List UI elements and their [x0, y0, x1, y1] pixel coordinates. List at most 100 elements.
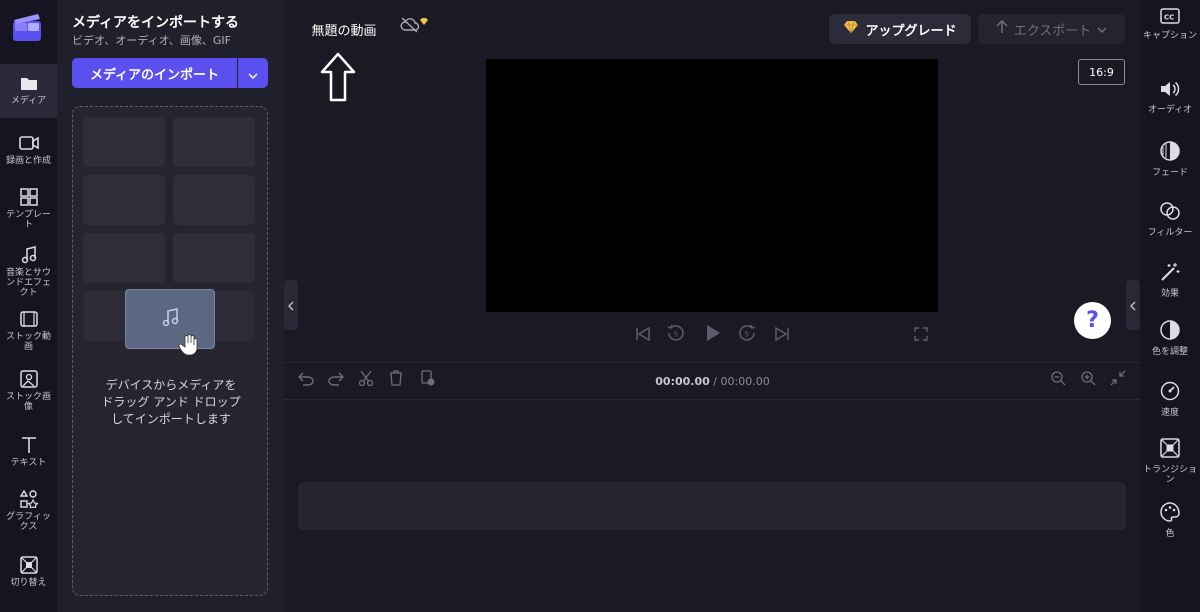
fullscreen-button[interactable]	[910, 324, 932, 346]
sidebar-item-label: 効果	[1160, 289, 1179, 299]
project-title[interactable]: 無題の動画	[299, 15, 389, 43]
panel-title: メディアをインポートする	[72, 15, 240, 31]
play-button[interactable]	[702, 324, 724, 346]
split-button[interactable]	[356, 370, 376, 390]
redo-icon	[328, 371, 344, 390]
scissors-icon	[358, 370, 374, 390]
import-options-dropdown[interactable]	[238, 58, 268, 88]
zoom-in-button[interactable]	[1078, 370, 1098, 390]
image-icon	[18, 368, 40, 390]
sidebar-item-audio[interactable]: オーディオ	[1140, 80, 1200, 115]
current-time: 00:00.00	[655, 375, 710, 388]
redo-button[interactable]	[326, 370, 346, 390]
shapes-icon	[18, 488, 40, 510]
cloud-off-icon[interactable]	[400, 16, 420, 38]
premium-gem-icon	[419, 11, 429, 30]
video-camera-icon	[18, 132, 40, 154]
sidebar-item-adjust-colors[interactable]: 色を調整	[1140, 320, 1200, 357]
rewind-5s-button[interactable]: 5	[665, 324, 687, 346]
drop-media-card	[125, 289, 215, 349]
sidebar-item-filters[interactable]: フィルター	[1140, 201, 1200, 238]
chevron-left-icon	[1130, 296, 1136, 315]
export-button[interactable]: エクスポート	[978, 14, 1125, 44]
zoom-out-button[interactable]	[1048, 370, 1068, 390]
placeholder-thumbnail	[83, 233, 165, 283]
fade-icon	[1160, 141, 1180, 165]
sidebar-item-label: キャプション	[1142, 31, 1197, 41]
delete-button[interactable]	[386, 370, 406, 390]
sidebar-item-templates[interactable]: テンプレート	[0, 186, 57, 234]
sidebar-item-music[interactable]: 音楽とサウンドエフェクト	[0, 244, 57, 300]
sidebar-item-transitions[interactable]: トランジション	[1140, 438, 1200, 485]
zoom-in-icon	[1080, 370, 1096, 390]
sidebar-item-label: トランジション	[1142, 465, 1197, 485]
sidebar-item-record[interactable]: 録画と作成	[0, 132, 57, 172]
timecode: 00:00.00 / 00:00.00	[640, 375, 785, 388]
time-separator: /	[709, 375, 721, 388]
upload-icon	[996, 19, 1008, 39]
sidebar-item-speed[interactable]: 速度	[1140, 381, 1200, 418]
video-preview[interactable]	[486, 59, 938, 312]
svg-text:5: 5	[674, 331, 678, 339]
rewind-icon: 5	[667, 324, 685, 346]
skip-forward-button[interactable]	[771, 324, 793, 346]
upgrade-button[interactable]: アップグレード	[829, 14, 971, 44]
skip-start-icon	[635, 326, 651, 345]
sidebar-item-graphics[interactable]: グラフィックス	[0, 488, 57, 536]
media-drop-zone[interactable]: デバイスからメディアを ドラッグ アンド ドロップ してインポートします	[72, 106, 268, 596]
timeline-track[interactable]	[298, 482, 1126, 530]
sidebar-item-label: ストック画像	[5, 392, 51, 412]
chevron-down-icon	[248, 64, 258, 83]
sidebar-item-label: 音楽とサウンドエフェクト	[5, 268, 51, 298]
transition-icon	[1160, 438, 1180, 462]
undo-icon	[298, 371, 314, 390]
collapse-arrows-icon	[1110, 370, 1126, 390]
placeholder-thumbnail	[173, 175, 255, 225]
text-icon	[18, 434, 40, 456]
sidebar-item-label: フェード	[1151, 168, 1188, 178]
collapse-media-panel[interactable]	[284, 280, 298, 330]
music-note-icon	[18, 244, 40, 266]
duplicate-button[interactable]	[418, 370, 438, 390]
export-label: エクスポート	[1013, 23, 1092, 39]
skip-back-button[interactable]	[632, 324, 654, 346]
collapse-properties-panel[interactable]	[1126, 280, 1140, 330]
sidebar-item-effects[interactable]: 効果	[1140, 262, 1200, 299]
trash-icon	[389, 370, 403, 390]
diamond-icon	[843, 20, 859, 38]
sidebar-item-stock-video[interactable]: ストック動画	[0, 308, 57, 356]
sidebar-item-text[interactable]: テキスト	[0, 434, 57, 474]
total-time: 00:00.00	[720, 375, 770, 388]
sidebar-item-fade[interactable]: フェード	[1140, 141, 1200, 178]
undo-button[interactable]	[296, 370, 316, 390]
sidebar-item-media[interactable]: メディア	[0, 64, 57, 118]
forward-5s-button[interactable]: 5	[736, 324, 758, 346]
sidebar-item-label: オーディオ	[1147, 105, 1193, 115]
speedometer-icon	[1160, 381, 1180, 405]
sidebar-item-captions[interactable]: CC キャプション	[1140, 8, 1200, 41]
sidebar-item-label: 色	[1165, 529, 1175, 539]
fit-timeline-button[interactable]	[1108, 370, 1128, 390]
upgrade-label: アップグレード	[865, 23, 957, 39]
chevron-left-icon	[288, 296, 294, 315]
chevron-down-icon	[1097, 22, 1107, 37]
help-button[interactable]: ?	[1074, 302, 1111, 339]
film-icon	[18, 308, 40, 330]
play-icon	[705, 324, 721, 346]
filter-icon	[1159, 201, 1181, 225]
sidebar-item-label: 切り替え	[10, 578, 47, 588]
svg-text:CC: CC	[1164, 14, 1174, 22]
up-arrow-icon	[320, 52, 356, 106]
import-media-button[interactable]: メディアのインポート	[72, 58, 237, 88]
sidebar-item-transitions[interactable]: 切り替え	[0, 554, 57, 594]
sidebar-item-color[interactable]: 色	[1140, 502, 1200, 539]
hand-cursor-icon	[177, 333, 201, 361]
svg-text:5: 5	[745, 331, 749, 339]
sidebar-item-label: メディア	[10, 96, 47, 106]
aspect-ratio-button[interactable]: 16:9	[1078, 59, 1125, 85]
placeholder-thumbnail	[83, 117, 165, 167]
music-note-icon	[161, 307, 179, 331]
sidebar-item-label: グラフィックス	[6, 512, 51, 532]
sidebar-item-label: ストック動画	[5, 332, 51, 352]
sidebar-item-stock-images[interactable]: ストック画像	[0, 368, 57, 416]
